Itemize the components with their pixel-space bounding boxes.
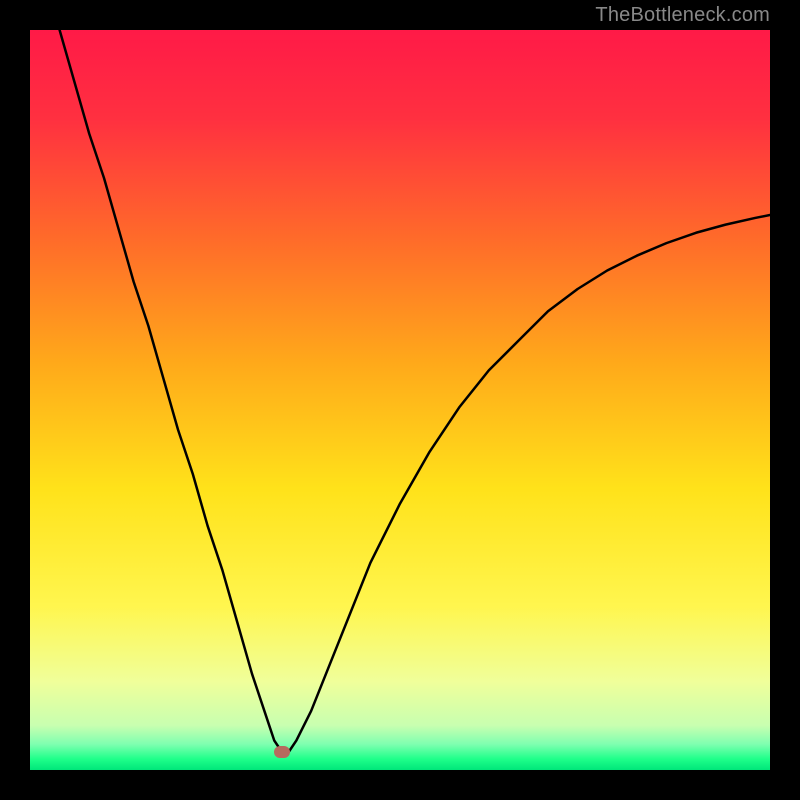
chart-frame: TheBottleneck.com [0, 0, 800, 800]
plot-area [30, 30, 770, 770]
gradient-background [30, 30, 770, 770]
chart-svg [30, 30, 770, 770]
optimal-point-marker [274, 746, 290, 758]
attribution-label: TheBottleneck.com [595, 4, 770, 27]
